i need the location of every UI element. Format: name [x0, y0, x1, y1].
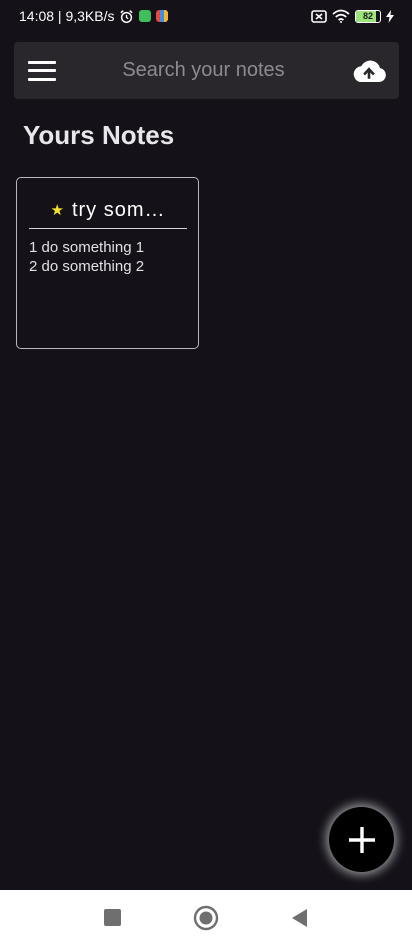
app-badge-multicolor-icon — [156, 10, 169, 22]
battery-icon: 82 — [355, 9, 381, 23]
star-icon: ★ — [50, 201, 64, 219]
back-triangle-icon[interactable] — [288, 890, 310, 945]
page-title: Yours Notes — [23, 120, 175, 150]
alarm-icon — [120, 9, 134, 23]
search-input[interactable] — [56, 50, 351, 91]
note-card[interactable]: ★ try som… 1 do something 1 2 do somethi… — [16, 177, 199, 349]
no-sim-icon — [311, 9, 327, 23]
status-right: 82 — [311, 9, 394, 23]
recents-square-icon[interactable] — [101, 890, 123, 945]
menu-icon[interactable] — [28, 59, 56, 83]
battery-level: 82 — [362, 11, 373, 21]
note-line: 1 do something 1 — [29, 239, 145, 256]
note-content: 1 do something 1 2 do something 2 — [29, 238, 144, 276]
system-nav-bar — [0, 890, 412, 945]
note-header: ★ try som… — [29, 192, 187, 229]
menu-line — [28, 77, 56, 81]
plus-icon — [348, 826, 375, 853]
app-badge-green-icon — [139, 10, 152, 22]
status-bar: 14:08 | 9,3KB/s 82 — [0, 0, 412, 32]
charging-bolt-icon — [386, 9, 394, 23]
note-line: 2 do something 2 — [29, 258, 145, 275]
wifi-icon — [332, 9, 350, 23]
note-title: try som… — [71, 198, 166, 221]
home-circle-icon[interactable] — [191, 890, 221, 945]
status-left: 14:08 | 9,3KB/s — [19, 8, 169, 24]
search-bar — [14, 42, 399, 99]
menu-line — [28, 69, 56, 72]
time-and-speed: 14:08 | 9,3KB/s — [19, 8, 115, 24]
add-note-button[interactable] — [329, 807, 394, 872]
menu-line — [28, 60, 56, 64]
cloud-upload-icon[interactable] — [351, 56, 387, 86]
app-screen: 14:08 | 9,3KB/s 82 Search your notes You… — [0, 0, 412, 945]
